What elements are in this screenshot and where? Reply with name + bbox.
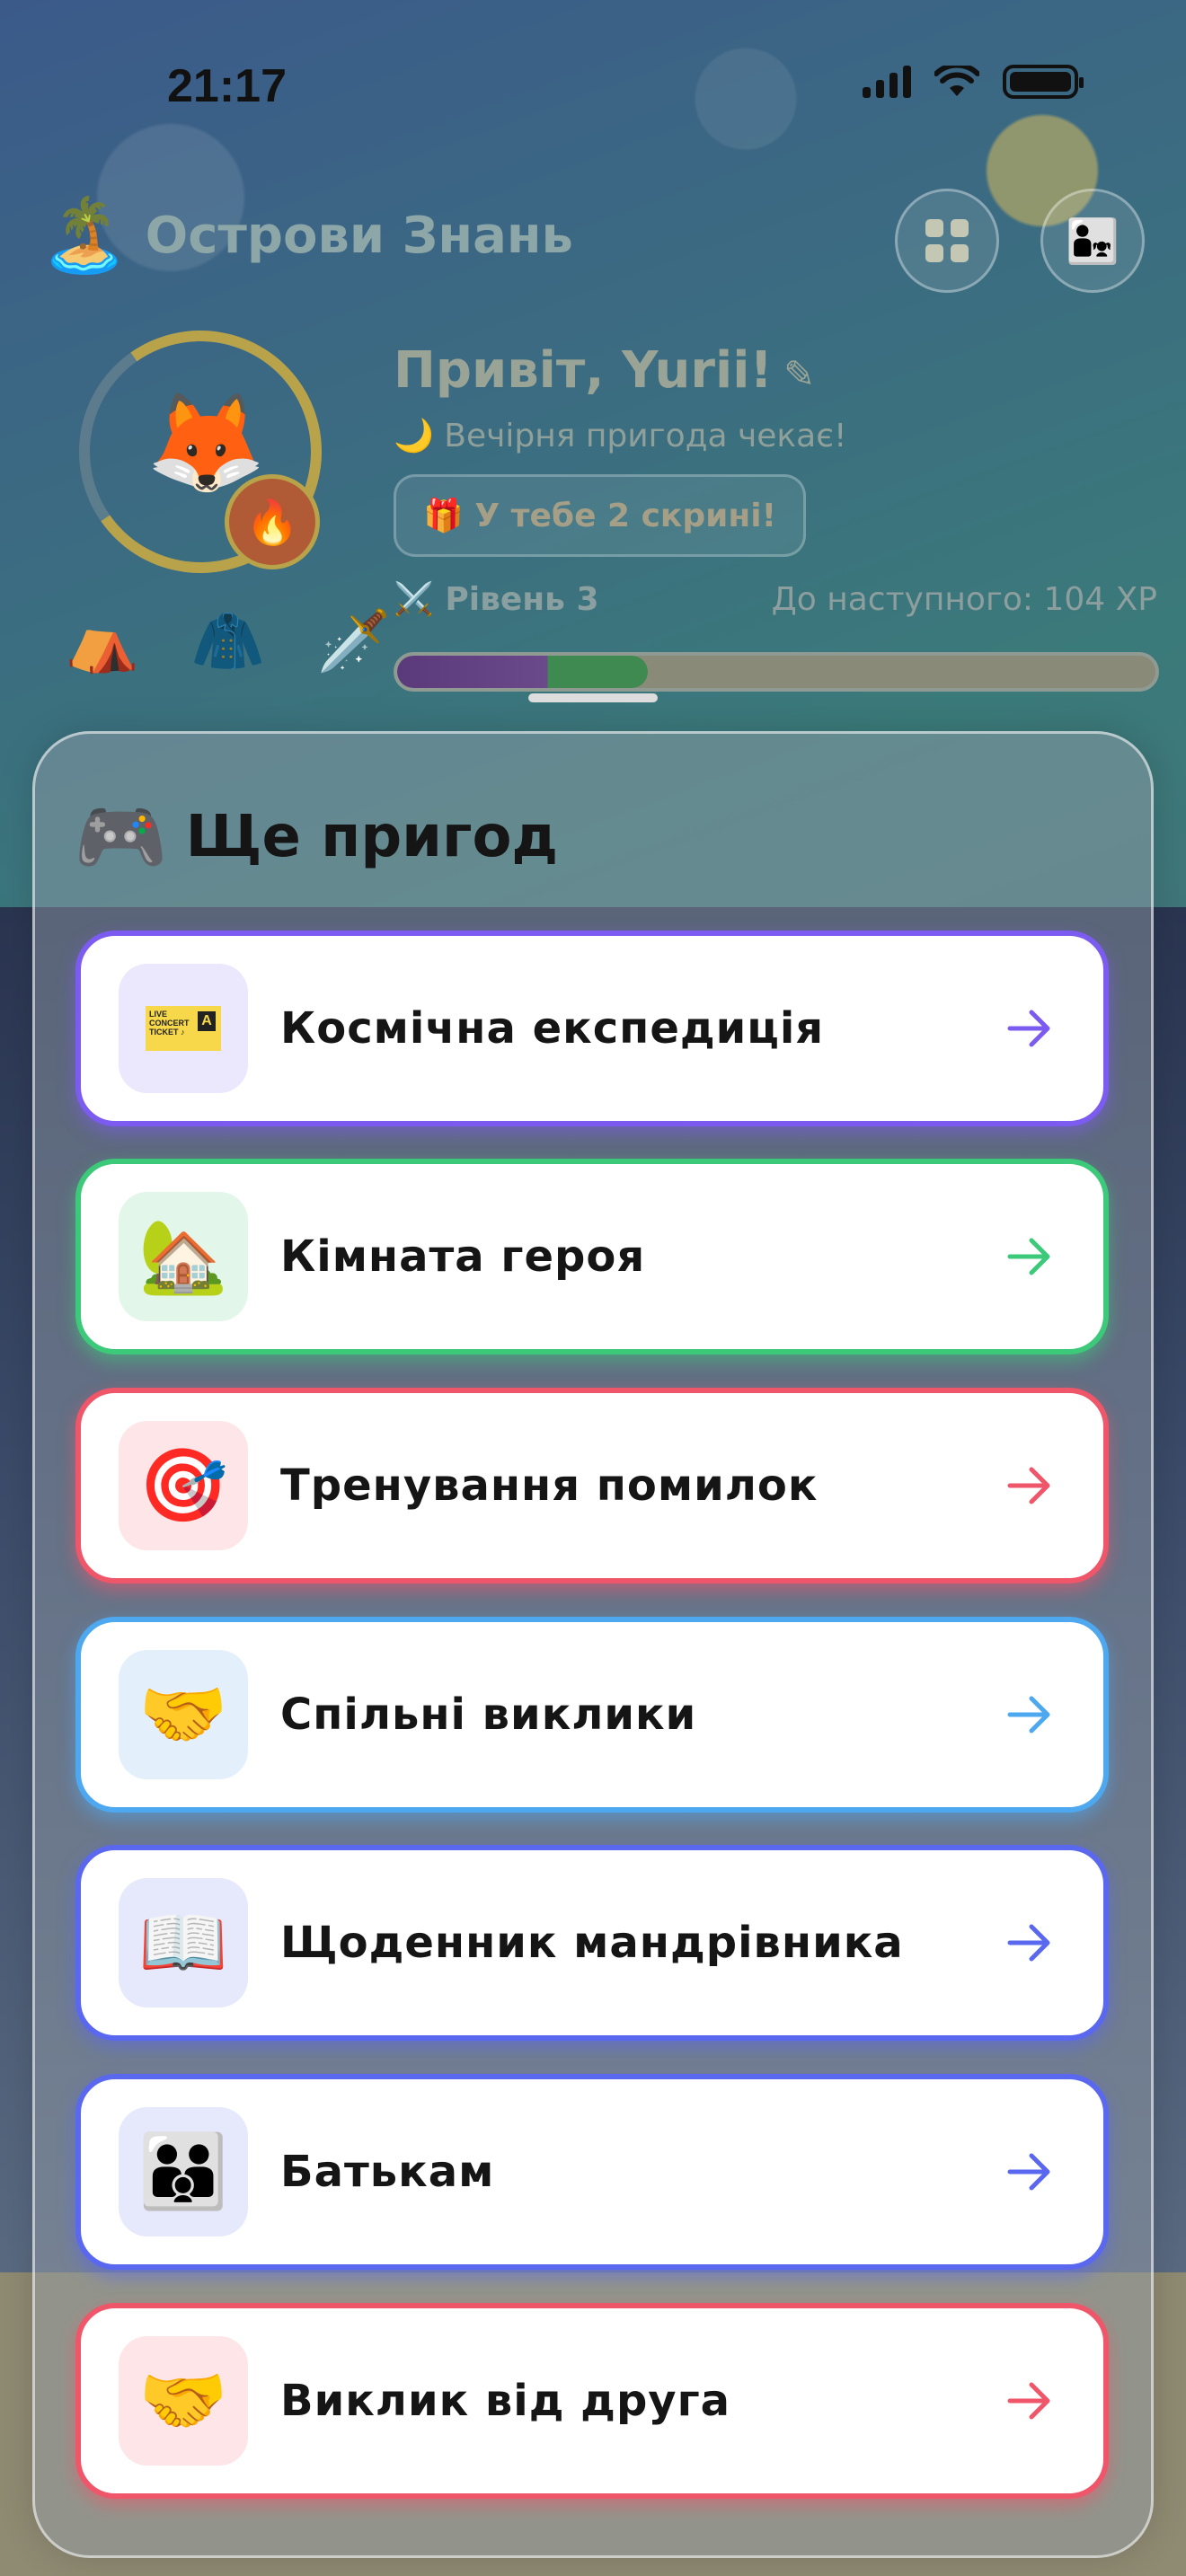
sheet-title: 🎮 Ще пригод bbox=[74, 799, 558, 875]
app-header: 🏝️ Острови Знань bbox=[40, 199, 573, 271]
target-icon: 🎯 bbox=[119, 1421, 248, 1550]
greeting-text: Привіт, Yurii! bbox=[394, 341, 773, 400]
cellular-signal-icon bbox=[863, 66, 911, 98]
arrow-right-icon bbox=[1007, 2382, 1050, 2420]
adventure-card-space-expedition[interactable]: LIVE CONCERT TICKET ♪ A Космічна експедиція bbox=[75, 931, 1109, 1126]
adventure-card-label: Тренування помилок bbox=[280, 1460, 819, 1511]
arrow-right-icon bbox=[1007, 1238, 1050, 1275]
adventure-card-hero-room[interactable]: 🏡 Кімната героя bbox=[75, 1159, 1109, 1354]
inventory-row: ⛺ 🧥 🗡️ bbox=[58, 596, 399, 686]
adventure-card-label: Кімната героя bbox=[280, 1231, 646, 1282]
adventure-card-label: Космічна експедиція bbox=[280, 1003, 825, 1054]
adventure-card-label: Виклик від друга bbox=[280, 2376, 731, 2426]
fire-icon: 🔥 bbox=[225, 474, 320, 569]
arrow-right-icon bbox=[1007, 2153, 1050, 2191]
game-controller-icon: 🎮 bbox=[74, 793, 168, 881]
house-icon: 🏡 bbox=[119, 1192, 248, 1321]
adventure-card-label: Батькам bbox=[280, 2147, 495, 2197]
grid-icon bbox=[925, 219, 969, 262]
arrow-right-icon bbox=[1007, 1696, 1050, 1734]
handshake-icon: 🤝 bbox=[119, 2336, 248, 2466]
xp-progress-fill bbox=[397, 656, 648, 688]
pencil-icon[interactable]: ✎ bbox=[783, 352, 815, 396]
greeting-subtitle: 🌙 Вечірня пригода чекає! bbox=[394, 418, 847, 454]
menu-grid-button[interactable] bbox=[895, 189, 999, 293]
next-level-xp: До наступного: 104 XP bbox=[771, 580, 1157, 618]
battery-icon bbox=[1003, 65, 1084, 99]
level-label: ⚔️ Рівень 3 bbox=[394, 581, 599, 618]
fox-icon[interactable]: 🦊 bbox=[146, 395, 266, 492]
wifi-icon bbox=[934, 66, 979, 96]
greeting[interactable]: Привіт, Yurii! ✎ bbox=[394, 341, 815, 400]
arrow-right-icon bbox=[1007, 1010, 1050, 1047]
sheet-title-text: Ще пригод bbox=[185, 804, 559, 870]
family-button[interactable]: 👨‍👧 bbox=[1040, 189, 1145, 293]
status-icons bbox=[863, 65, 1084, 99]
parents-icon: 👪 bbox=[119, 2107, 248, 2236]
arrow-right-icon bbox=[1007, 1924, 1050, 1962]
chests-text: 🎁 У тебе 2 скрині! bbox=[423, 498, 776, 534]
arrow-right-icon bbox=[1007, 1467, 1050, 1504]
armor-icon[interactable]: 🧥 bbox=[183, 596, 273, 686]
adventure-card-shared-challenges[interactable]: 🤝 Спільні виклики bbox=[75, 1617, 1109, 1813]
level-row: ⚔️ Рівень 3 До наступного: 104 XP bbox=[394, 580, 1157, 619]
helmet-icon[interactable]: ⛺ bbox=[58, 596, 147, 686]
xp-progress-bar bbox=[394, 652, 1159, 692]
chests-badge[interactable]: 🎁 У тебе 2 скрині! bbox=[394, 474, 806, 557]
sheet-drag-handle[interactable] bbox=[528, 693, 658, 702]
adventure-card-mistakes-training[interactable]: 🎯 Тренування помилок bbox=[75, 1388, 1109, 1584]
sword-icon[interactable]: 🗡️ bbox=[309, 596, 399, 686]
status-time: 21:17 bbox=[167, 60, 287, 112]
family-icon: 👨‍👧 bbox=[1066, 216, 1120, 267]
book-icon: 📖 bbox=[119, 1878, 248, 2007]
adventure-card-parents[interactable]: 👪 Батькам bbox=[75, 2074, 1109, 2270]
app-title: Острови Знань bbox=[145, 206, 573, 265]
handshake-icon: 🤝 bbox=[119, 1650, 248, 1779]
adventure-card-label: Щоденник мандрівника bbox=[280, 1918, 904, 1968]
adventure-card-travel-diary[interactable]: 📖 Щоденник мандрівника bbox=[75, 1845, 1109, 2041]
adventure-card-friend-challenge[interactable]: 🤝 Виклик від друга bbox=[75, 2303, 1109, 2499]
adventure-card-label: Спільні виклики bbox=[280, 1689, 697, 1740]
ticket-icon: LIVE CONCERT TICKET ♪ A bbox=[119, 964, 248, 1093]
palm-island-icon: 🏝️ bbox=[40, 193, 129, 277]
